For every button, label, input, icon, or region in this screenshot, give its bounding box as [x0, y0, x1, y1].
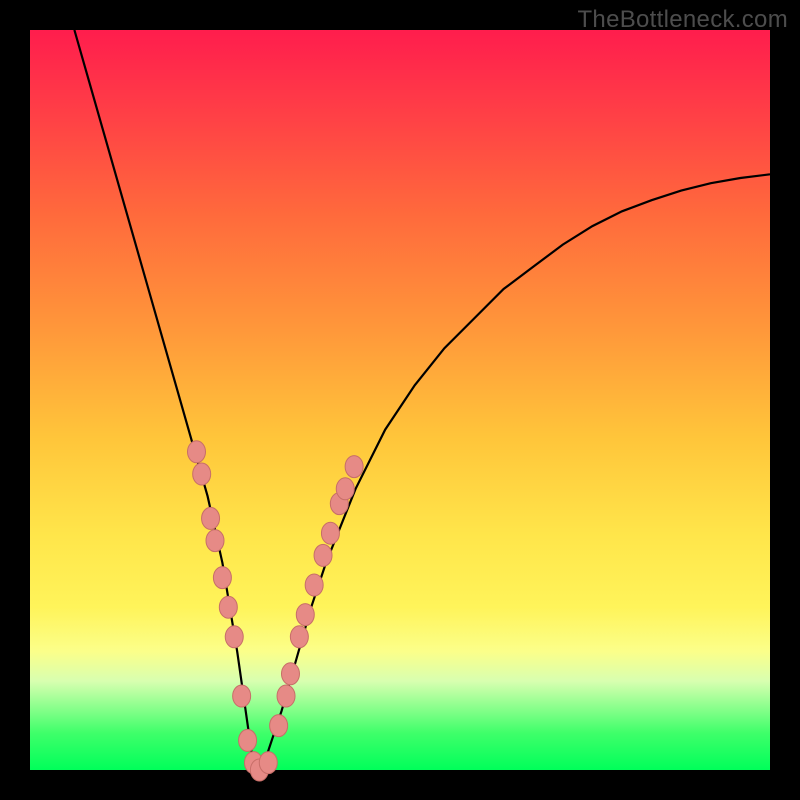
data-marker [305, 574, 323, 596]
data-marker [219, 596, 237, 618]
data-marker [225, 626, 243, 648]
data-marker [259, 752, 277, 774]
markers-group [188, 441, 364, 781]
data-marker [202, 507, 220, 529]
data-marker [296, 604, 314, 626]
data-marker [206, 530, 224, 552]
data-marker [290, 626, 308, 648]
data-marker [193, 463, 211, 485]
data-marker [233, 685, 251, 707]
data-marker [270, 715, 288, 737]
watermark-text: TheBottleneck.com [577, 6, 788, 34]
data-marker [188, 441, 206, 463]
data-marker [281, 663, 299, 685]
plot-area [30, 30, 770, 770]
data-marker [277, 685, 295, 707]
data-marker [239, 729, 257, 751]
curve-path [74, 30, 770, 770]
data-marker [213, 567, 231, 589]
chart-container: TheBottleneck.com [0, 0, 800, 800]
data-marker [321, 522, 339, 544]
data-marker [336, 478, 354, 500]
data-marker [314, 544, 332, 566]
chart-svg [30, 30, 770, 770]
data-marker [345, 456, 363, 478]
